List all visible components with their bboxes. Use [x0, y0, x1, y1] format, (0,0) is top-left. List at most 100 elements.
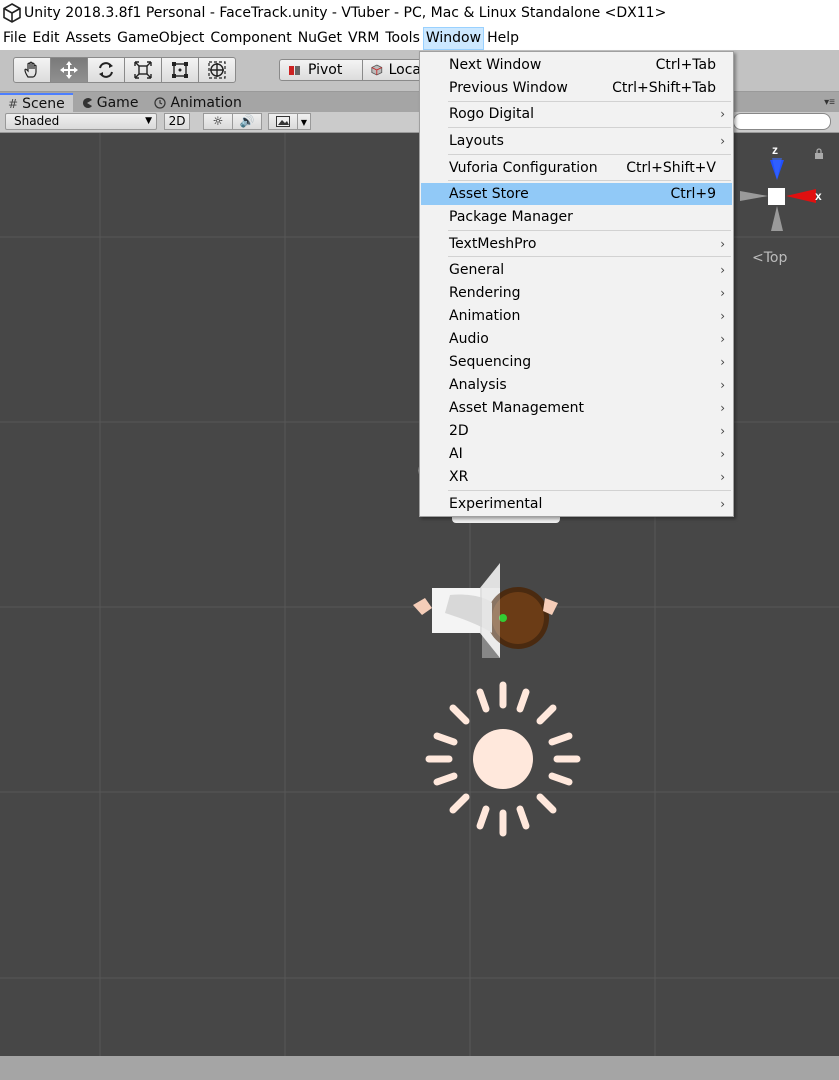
- menu-item-label: Next Window: [449, 57, 542, 73]
- dropdown-arrow-icon: ▼: [145, 116, 152, 126]
- menu-item-package-manager[interactable]: Package Manager: [421, 206, 732, 228]
- transform-tool-button[interactable]: [198, 57, 236, 83]
- menu-edit[interactable]: Edit: [29, 27, 62, 50]
- menu-gameobject[interactable]: GameObject: [114, 27, 207, 50]
- chevron-right-icon: ›: [720, 309, 725, 323]
- menu-item-experimental[interactable]: Experimental ›: [421, 493, 732, 515]
- menu-separator: [448, 490, 731, 491]
- audio-toggle[interactable]: 🔊: [232, 113, 262, 130]
- gizmo-x-label: x: [815, 189, 822, 203]
- menu-item-rendering[interactable]: Rendering ›: [421, 282, 732, 304]
- chevron-right-icon: ›: [720, 332, 725, 346]
- menu-nuget[interactable]: NuGet: [295, 27, 345, 50]
- menu-help[interactable]: Help: [484, 27, 522, 50]
- pivot-toggle-group: Pivot Loca: [279, 59, 432, 81]
- menu-item-label: TextMeshPro: [449, 236, 537, 252]
- move-tool-button[interactable]: [50, 57, 88, 83]
- menu-item-sequencing[interactable]: Sequencing ›: [421, 351, 732, 373]
- rotate-tool-button[interactable]: [87, 57, 125, 83]
- menu-tools[interactable]: Tools: [382, 27, 423, 50]
- tab-game[interactable]: Game: [73, 93, 147, 112]
- menu-item-label: Rendering: [449, 285, 521, 301]
- mode-2d-label: 2D: [168, 114, 186, 128]
- transform-icon: [208, 61, 226, 79]
- scale-tool-button[interactable]: [124, 57, 162, 83]
- rect-transform-icon: [172, 62, 188, 78]
- tab-animation-label: Animation: [170, 94, 242, 111]
- menu-separator: [448, 230, 731, 231]
- window-menu-dropdown: Next Window Ctrl+Tab Previous Window Ctr…: [419, 51, 734, 517]
- pivot-button[interactable]: Pivot: [279, 59, 363, 81]
- chevron-right-icon: ›: [720, 355, 725, 369]
- avatar-model[interactable]: [413, 563, 558, 658]
- menu-separator: [448, 256, 731, 257]
- view-mode-label[interactable]: <Top: [752, 250, 787, 266]
- menu-item-analysis[interactable]: Analysis ›: [421, 374, 732, 396]
- menu-item-shortcut: Ctrl+Shift+Tab: [612, 80, 716, 96]
- menu-item-layouts[interactable]: Layouts ›: [421, 130, 732, 152]
- menu-item-previous-window[interactable]: Previous Window Ctrl+Shift+Tab: [421, 77, 732, 99]
- menu-item-animation[interactable]: Animation ›: [421, 305, 732, 327]
- hand-icon: [24, 61, 37, 78]
- draw-mode-dropdown[interactable]: Shaded ▼: [5, 113, 157, 130]
- lock-icon[interactable]: [814, 148, 824, 160]
- effects-dropdown[interactable]: ▼: [297, 113, 311, 130]
- title-bar: Unity 2018.3.8f1 Personal - FaceTrack.un…: [0, 0, 839, 26]
- menu-item-textmeshpro[interactable]: TextMeshPro ›: [421, 233, 732, 255]
- menu-item-rogo-digital[interactable]: Rogo Digital ›: [421, 103, 732, 125]
- lighting-toggle[interactable]: ☼: [203, 113, 233, 130]
- menu-component[interactable]: Component: [207, 27, 294, 50]
- panel-menu-icon[interactable]: ▾≡: [824, 97, 835, 108]
- game-pacman-icon: [82, 97, 92, 108]
- menu-item-vuforia-configuration[interactable]: Vuforia Configuration Ctrl+Shift+V: [421, 157, 732, 179]
- menu-item-label: Experimental: [449, 496, 543, 512]
- status-bar: [0, 1056, 839, 1080]
- unity-logo-icon: [3, 3, 21, 23]
- chevron-right-icon: ›: [720, 107, 725, 121]
- menu-item-asset-management[interactable]: Asset Management ›: [421, 397, 732, 419]
- pivot-label: Pivot: [308, 62, 343, 78]
- orientation-gizmo[interactable]: [740, 158, 816, 231]
- menu-item-label: Asset Management: [449, 400, 584, 416]
- menu-separator: [448, 154, 731, 155]
- menu-item-label: Rogo Digital: [449, 106, 534, 122]
- hand-tool-button[interactable]: [13, 57, 51, 83]
- menu-item-xr[interactable]: XR ›: [421, 466, 732, 488]
- menu-window[interactable]: Window: [422, 27, 485, 50]
- menu-item-label: XR: [449, 469, 469, 485]
- menu-item-label: AI: [449, 446, 463, 462]
- menu-separator: [448, 127, 731, 128]
- chevron-right-icon: ›: [720, 237, 725, 251]
- menu-item-next-window[interactable]: Next Window Ctrl+Tab: [421, 54, 732, 76]
- menu-item-2d[interactable]: 2D ›: [421, 420, 732, 442]
- menu-item-ai[interactable]: AI ›: [421, 443, 732, 465]
- mode-2d-toggle[interactable]: 2D: [164, 113, 190, 130]
- rect-tool-button[interactable]: [161, 57, 199, 83]
- menu-item-label: Analysis: [449, 377, 507, 393]
- window-title: Unity 2018.3.8f1 Personal - FaceTrack.un…: [24, 5, 667, 21]
- tab-animation[interactable]: Animation: [146, 93, 249, 112]
- chevron-right-icon: ›: [720, 134, 725, 148]
- chevron-right-icon: ›: [720, 378, 725, 392]
- scene-grid-icon: #: [8, 96, 19, 111]
- view-mode-value: Top: [763, 250, 788, 266]
- scene-search-input[interactable]: [733, 113, 831, 130]
- menu-item-general[interactable]: General ›: [421, 259, 732, 281]
- menu-vrm[interactable]: VRM: [345, 27, 382, 50]
- pivot-icon: [289, 66, 300, 75]
- menu-item-audio[interactable]: Audio ›: [421, 328, 732, 350]
- effects-toggle[interactable]: [268, 113, 298, 130]
- menu-separator: [448, 101, 731, 102]
- tab-scene-label: Scene: [22, 95, 65, 112]
- menu-assets[interactable]: Assets: [63, 27, 115, 50]
- menu-item-label: Previous Window: [449, 80, 568, 96]
- menu-file[interactable]: File: [0, 27, 29, 50]
- local-cube-icon: [371, 64, 383, 76]
- chevron-right-icon: ›: [720, 447, 725, 461]
- menu-separator: [448, 180, 731, 181]
- menu-item-shortcut: Ctrl+Shift+V: [626, 160, 716, 176]
- directional-light-sun-icon[interactable]: [425, 681, 581, 837]
- tab-scene[interactable]: # Scene: [0, 93, 73, 112]
- menu-item-label: Asset Store: [449, 186, 529, 202]
- menu-item-asset-store[interactable]: Asset Store Ctrl+9: [421, 183, 732, 205]
